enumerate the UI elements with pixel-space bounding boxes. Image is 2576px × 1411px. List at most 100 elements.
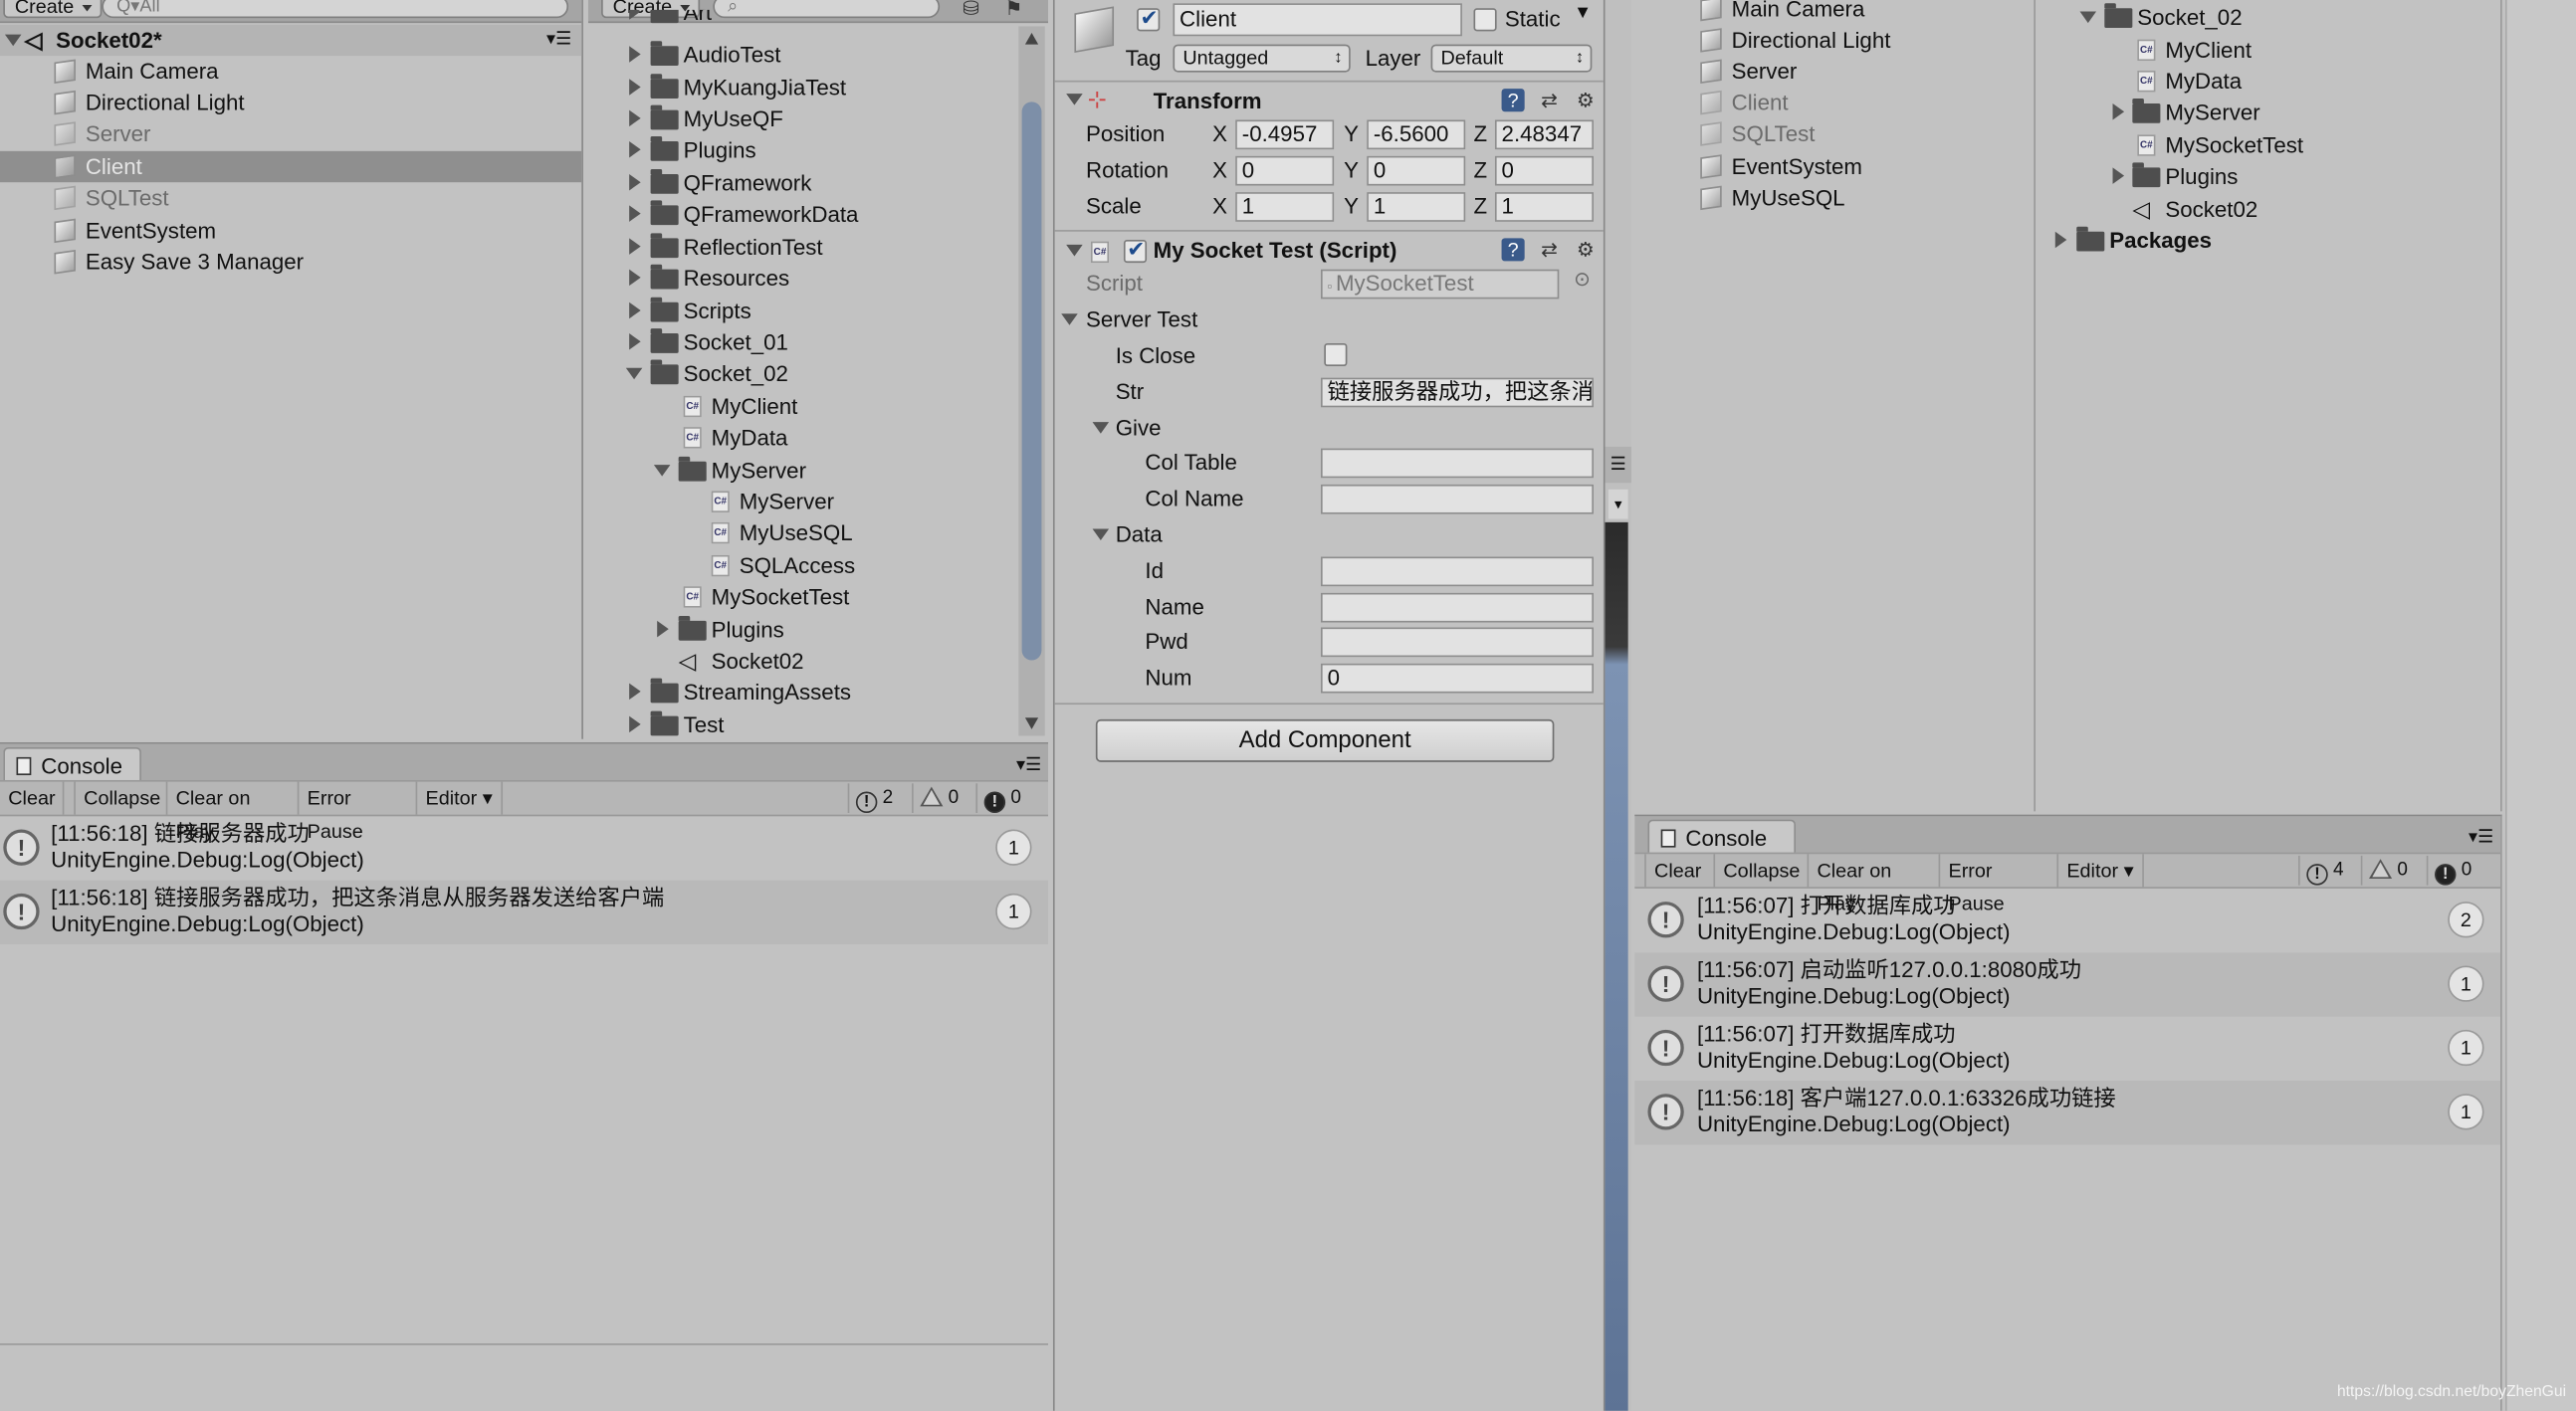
scale-y-field[interactable]: 1 bbox=[1367, 192, 1466, 222]
project-item-plugins[interactable]: Plugins bbox=[588, 134, 1048, 165]
hierarchy-item-directional-light[interactable]: Directional Light bbox=[1634, 25, 2034, 56]
project-item-reflectiontest[interactable]: ReflectionTest bbox=[588, 232, 1048, 263]
hierarchy-create-button[interactable]: Create bbox=[3, 0, 103, 19]
project-scrollbar[interactable] bbox=[1018, 26, 1045, 736]
collapse-button[interactable]: Collapse bbox=[1715, 854, 1810, 888]
console-detail-divider[interactable] bbox=[0, 1343, 1049, 1345]
project-item-mysockettest[interactable]: C# MySocketTest bbox=[2039, 129, 2500, 160]
active-checkbox[interactable] bbox=[1137, 5, 1161, 32]
project-item-socket-01[interactable]: Socket_01 bbox=[588, 326, 1048, 357]
scrollbar-thumb[interactable] bbox=[1021, 101, 1042, 661]
rotation-x-field[interactable]: 0 bbox=[1235, 155, 1335, 186]
gear-icon[interactable]: ⚙ bbox=[1574, 89, 1597, 111]
expand-arrow-icon[interactable] bbox=[629, 205, 641, 222]
hierarchy-item-server[interactable]: Server bbox=[1634, 56, 2034, 87]
hierarchy-item-myusesql[interactable]: MyUseSQL bbox=[1634, 182, 2034, 213]
object-name-field[interactable]: Client bbox=[1173, 3, 1462, 37]
hierarchy-item-sqltest[interactable]: SQLTest bbox=[1634, 118, 2034, 149]
project-item-sqlaccess[interactable]: C# SQLAccess bbox=[588, 550, 1048, 581]
rotation-z-field[interactable]: 0 bbox=[1494, 155, 1594, 186]
project-item-qframework[interactable]: QFramework bbox=[588, 167, 1048, 198]
log-entry[interactable]: ! [11:56:07] 打开数据库成功 UnityEngine.Debug:L… bbox=[1634, 1017, 2500, 1081]
log-entry[interactable]: ! [11:56:07] 启动监听127.0.0.1:8080成功 UnityE… bbox=[1634, 952, 2501, 1017]
project-item-myserver-script[interactable]: C# MyServer bbox=[588, 487, 1048, 517]
tab-console[interactable]: Console bbox=[3, 746, 141, 784]
clear-on-play-button[interactable]: Clear on Play bbox=[1809, 854, 1941, 914]
expand-arrow-icon[interactable] bbox=[629, 683, 641, 701]
static-dropdown-icon[interactable]: ▼ bbox=[1574, 3, 1592, 23]
scene-menu-icon[interactable]: ▾☰ bbox=[546, 25, 571, 56]
expand-arrow-icon[interactable] bbox=[629, 109, 641, 127]
col-name-field[interactable] bbox=[1321, 484, 1594, 514]
hierarchy-item-sqltest[interactable]: SQLTest bbox=[0, 182, 581, 213]
project-item-streamingassets[interactable]: StreamingAssets bbox=[588, 677, 1048, 707]
hierarchy-item-easy-save[interactable]: Easy Save 3 Manager bbox=[0, 247, 581, 278]
is-close-checkbox[interactable] bbox=[1324, 342, 1348, 367]
hierarchy-item-directional-light[interactable]: Directional Light bbox=[0, 87, 581, 117]
expand-arrow-icon[interactable] bbox=[629, 269, 641, 287]
hierarchy-item-server[interactable]: Server bbox=[0, 118, 581, 149]
tab-console[interactable]: Console bbox=[1647, 819, 1796, 856]
hierarchy-item-eventsystem[interactable]: EventSystem bbox=[0, 215, 581, 246]
position-x-field[interactable]: -0.4957 bbox=[1235, 119, 1335, 150]
project-item-myserver-folder[interactable]: MyServer bbox=[588, 455, 1048, 486]
preset-icon[interactable]: ⇄ bbox=[1538, 89, 1561, 111]
collapse-arrow-icon[interactable] bbox=[653, 465, 671, 477]
layer-dropdown[interactable]: Default bbox=[1430, 44, 1593, 73]
project-item-socket02-scene[interactable]: ◁ Socket02 bbox=[588, 646, 1048, 677]
position-y-field[interactable]: -6.5600 bbox=[1367, 119, 1466, 150]
project-item-myuseqf[interactable]: MyUseQF bbox=[588, 103, 1048, 134]
project-item-mysockettest[interactable]: C# MySocketTest bbox=[588, 581, 1048, 612]
expand-arrow-icon[interactable] bbox=[657, 620, 669, 638]
scroll-down-icon[interactable] bbox=[1024, 717, 1039, 729]
rotation-y-field[interactable]: 0 bbox=[1367, 155, 1466, 186]
editor-dropdown[interactable]: Editor ▾ bbox=[2058, 854, 2144, 888]
hierarchy-item-main-camera[interactable]: Main Camera bbox=[1634, 0, 2034, 25]
expand-arrow-icon[interactable] bbox=[629, 79, 641, 96]
dropdown-arrow-icon[interactable]: ▾ bbox=[1608, 489, 1628, 519]
expand-arrow-icon[interactable] bbox=[629, 140, 641, 158]
project-item-mydata[interactable]: C# MyData bbox=[588, 422, 1048, 453]
scroll-up-icon[interactable] bbox=[1024, 33, 1039, 45]
expand-arrow-icon[interactable] bbox=[629, 333, 641, 350]
expand-arrow-icon[interactable] bbox=[629, 46, 641, 63]
error-count-toggle[interactable]: ! 0 bbox=[2426, 855, 2492, 886]
clear-on-play-button[interactable]: Clear on Play bbox=[167, 781, 300, 843]
help-book-icon[interactable]: ? bbox=[1501, 89, 1525, 112]
project-item-myusesql[interactable]: C# MyUseSQL bbox=[588, 517, 1048, 548]
warning-count-toggle[interactable]: 0 bbox=[912, 783, 974, 813]
foldout-arrow-icon[interactable] bbox=[1066, 94, 1083, 105]
panel-menu-icon[interactable]: ▾☰ bbox=[1016, 754, 1041, 775]
project-item-myserver[interactable]: MyServer bbox=[2039, 97, 2500, 127]
hierarchy-search-input[interactable]: Q▾All bbox=[102, 0, 569, 19]
project-item-test[interactable]: Test bbox=[588, 709, 1048, 739]
scene-header[interactable]: ◁ Socket02* ▾☰ bbox=[0, 24, 582, 57]
collapse-button[interactable]: Collapse bbox=[74, 781, 168, 815]
add-component-button[interactable]: Add Component bbox=[1095, 718, 1555, 762]
expand-arrow-icon[interactable] bbox=[2112, 102, 2125, 120]
project-item-socket-02[interactable]: Socket_02 bbox=[588, 358, 1048, 389]
expand-arrow-icon[interactable] bbox=[629, 238, 641, 255]
collapse-arrow-icon[interactable] bbox=[625, 367, 643, 380]
scale-x-field[interactable]: 1 bbox=[1235, 192, 1335, 222]
info-count-toggle[interactable]: ! 4 bbox=[2298, 855, 2361, 886]
pwd-field[interactable] bbox=[1321, 627, 1594, 658]
project-item-myclient[interactable]: C# MyClient bbox=[588, 391, 1048, 422]
hierarchy-item-client[interactable]: Client bbox=[1634, 87, 2034, 117]
expand-arrow-icon[interactable] bbox=[2112, 167, 2125, 184]
gear-icon[interactable]: ⚙ bbox=[1574, 238, 1597, 261]
expand-arrow-icon[interactable] bbox=[629, 9, 641, 20]
warning-count-toggle[interactable]: 0 bbox=[2360, 855, 2427, 886]
project-item-mydata[interactable]: C# MyData bbox=[2039, 66, 2500, 97]
tag-dropdown[interactable]: Untagged bbox=[1173, 44, 1351, 73]
project-item-packages[interactable]: Packages bbox=[2039, 225, 2500, 256]
editor-dropdown[interactable]: Editor ▾ bbox=[417, 781, 504, 815]
scale-z-field[interactable]: 1 bbox=[1494, 192, 1594, 222]
project-item-audiotest[interactable]: AudioTest bbox=[588, 40, 1048, 71]
log-entry[interactable]: ! [11:56:18] 客户端127.0.0.1:63326成功链接 Unit… bbox=[1634, 1081, 2501, 1145]
panel-menu-icon[interactable]: ▾☰ bbox=[2469, 826, 2493, 848]
menu-icon[interactable]: ☰ bbox=[1605, 446, 1631, 484]
col-table-field[interactable] bbox=[1321, 448, 1594, 479]
foldout-arrow-icon[interactable] bbox=[1092, 528, 1110, 541]
project-item-art[interactable]: Art bbox=[588, 9, 1048, 30]
